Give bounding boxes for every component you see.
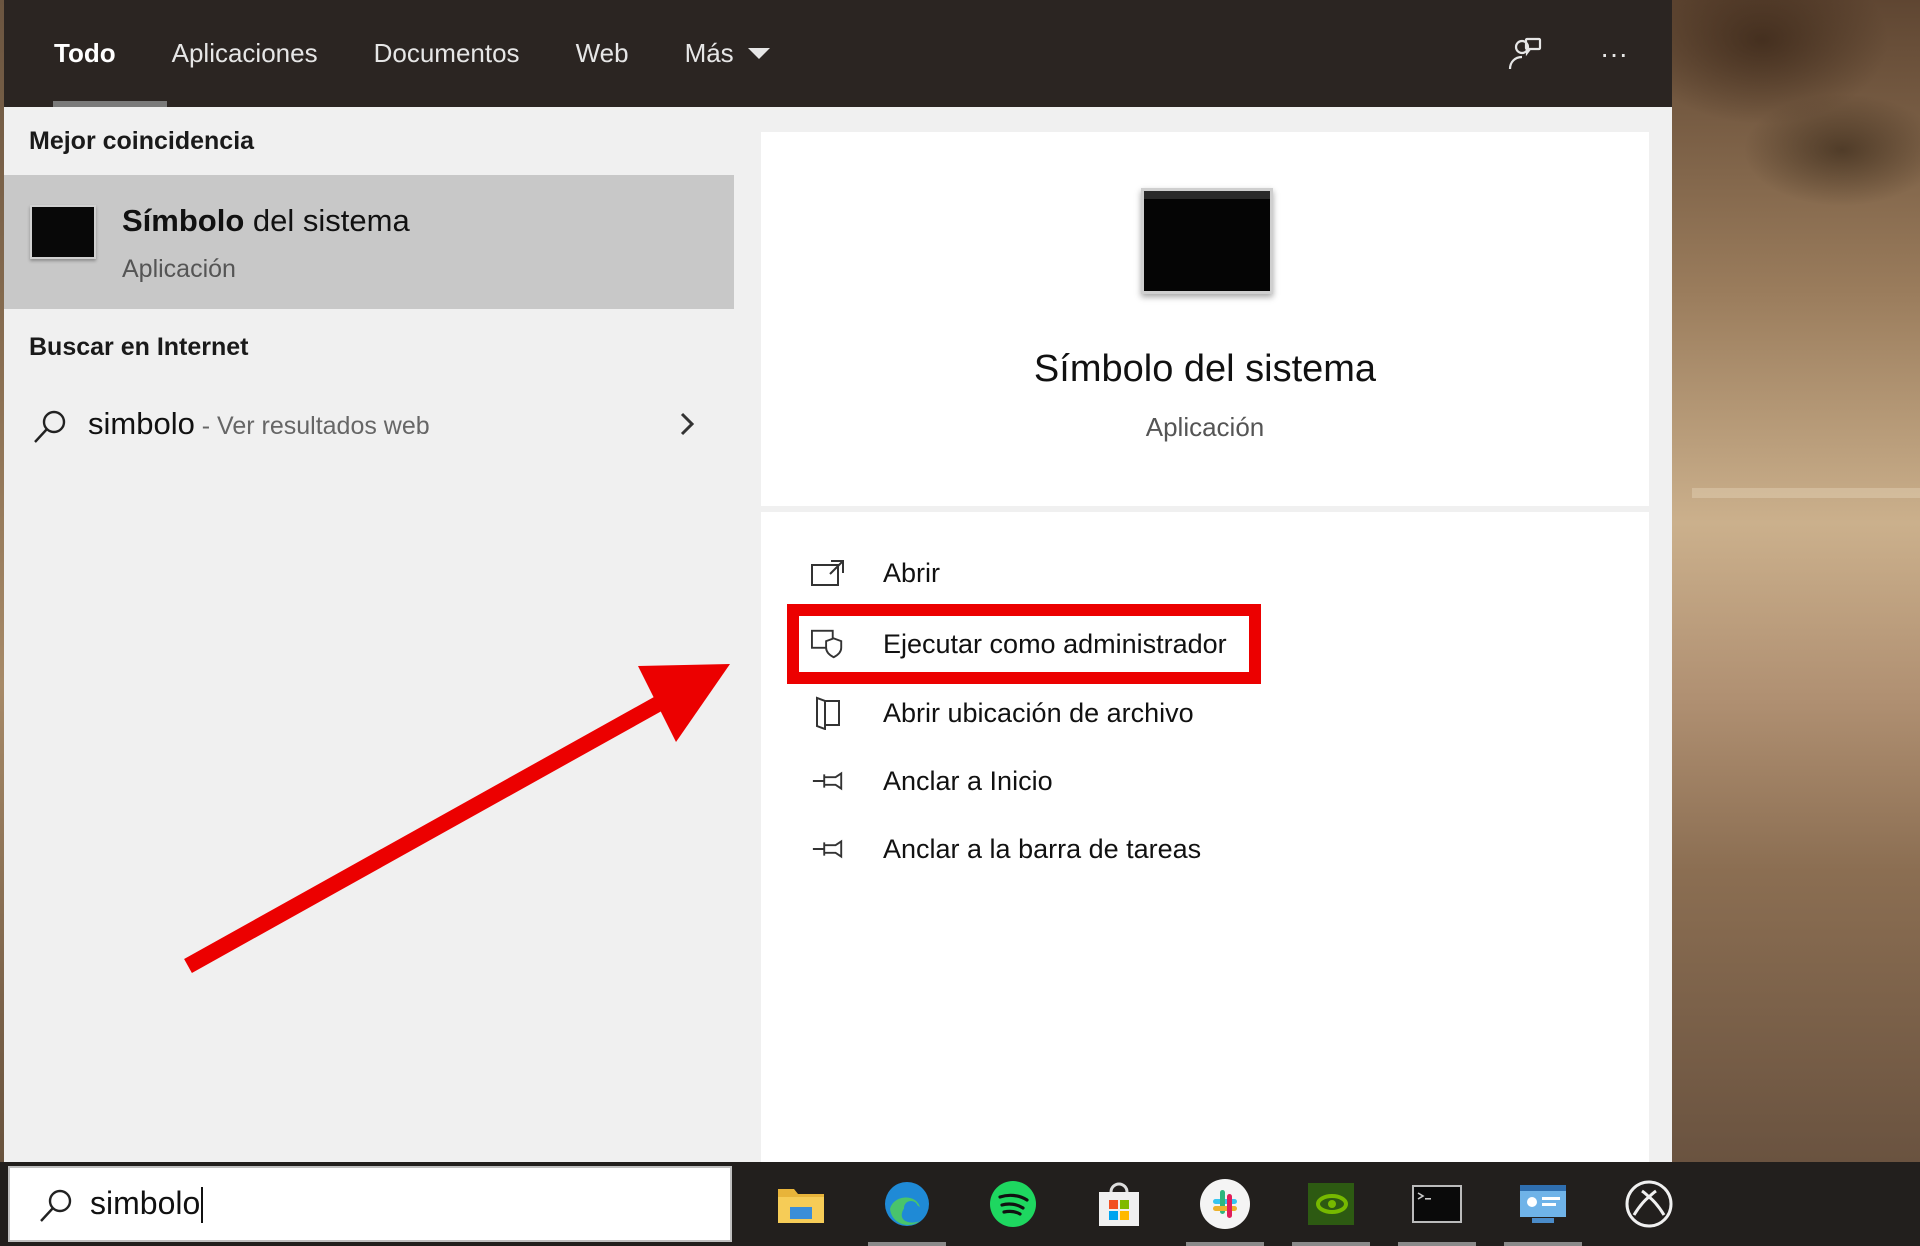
feedback-icon[interactable] xyxy=(1506,35,1544,73)
search-icon xyxy=(30,407,70,452)
web-search-heading: Buscar en Internet xyxy=(29,333,249,361)
tab-web[interactable]: Web xyxy=(548,0,657,107)
action-abrir-ubicacion[interactable]: Abrir ubicación de archivo xyxy=(811,688,1194,738)
app-actions-list: Abrir Ejecutar como administrador Abrir … xyxy=(761,512,1649,1162)
slack-icon[interactable] xyxy=(1172,1162,1278,1246)
start-search-panel: Todo Aplicaciones Documentos Web Más ···… xyxy=(4,0,1672,1162)
chevron-right-icon[interactable] xyxy=(672,409,702,444)
shield-icon xyxy=(811,627,845,661)
spotify-icon[interactable] xyxy=(960,1162,1066,1246)
search-icon xyxy=(36,1186,76,1231)
action-anclar-inicio[interactable]: Anclar a Inicio xyxy=(811,756,1053,806)
search-input[interactable]: simbolo xyxy=(8,1166,732,1242)
search-query-text: simbolo xyxy=(90,1185,204,1224)
web-result-label: simbolo - Ver resultados web xyxy=(88,406,430,441)
edge-icon[interactable] xyxy=(854,1162,960,1246)
tab-aplicaciones[interactable]: Aplicaciones xyxy=(144,0,346,107)
terminal-icon[interactable] xyxy=(1384,1162,1490,1246)
action-ejecutar-como-administrador[interactable]: Ejecutar como administrador xyxy=(811,619,1227,669)
web-search-result[interactable]: simbolo - Ver resultados web xyxy=(4,389,734,459)
wallpaper-detail xyxy=(1692,488,1920,498)
file-explorer-icon[interactable] xyxy=(748,1162,854,1246)
tab-mas[interactable]: Más xyxy=(657,0,798,107)
best-match-title: Símbolo del sistema xyxy=(122,203,410,238)
file-location-icon xyxy=(811,696,845,730)
command-prompt-icon xyxy=(30,205,96,259)
app-preview-header: Símbolo del sistema Aplicación xyxy=(761,132,1649,506)
search-category-tabs: Todo Aplicaciones Documentos Web Más ··· xyxy=(4,0,1672,107)
xbox-icon[interactable] xyxy=(1596,1162,1702,1246)
taskbar-apps xyxy=(748,1162,1702,1246)
control-panel-icon[interactable] xyxy=(1490,1162,1596,1246)
desktop-wallpaper xyxy=(1672,0,1920,1162)
nvidia-icon[interactable] xyxy=(1278,1162,1384,1246)
command-prompt-icon xyxy=(1141,188,1273,294)
best-match-result[interactable]: Símbolo del sistema Aplicación xyxy=(4,175,734,309)
tab-todo[interactable]: Todo xyxy=(26,0,167,107)
preview-subtitle: Aplicación xyxy=(1145,412,1265,442)
taskbar: simbolo xyxy=(0,1162,1920,1246)
preview-title: Símbolo del sistema xyxy=(1033,348,1377,390)
caret-down-icon xyxy=(747,48,770,59)
pin-icon xyxy=(811,832,845,866)
tab-documentos[interactable]: Documentos xyxy=(346,0,548,107)
open-icon xyxy=(811,556,845,590)
store-icon[interactable] xyxy=(1066,1162,1172,1246)
best-match-heading: Mejor coincidencia xyxy=(29,127,255,155)
pin-icon xyxy=(811,764,845,798)
more-options-icon[interactable]: ··· xyxy=(1600,38,1628,70)
text-cursor xyxy=(201,1187,204,1224)
results-list: Mejor coincidencia Símbolo del sistema A… xyxy=(4,107,734,1162)
best-match-subtitle: Aplicación xyxy=(122,255,236,283)
action-abrir[interactable]: Abrir xyxy=(811,548,940,598)
action-anclar-barra-tareas[interactable]: Anclar a la barra de tareas xyxy=(811,824,1201,874)
